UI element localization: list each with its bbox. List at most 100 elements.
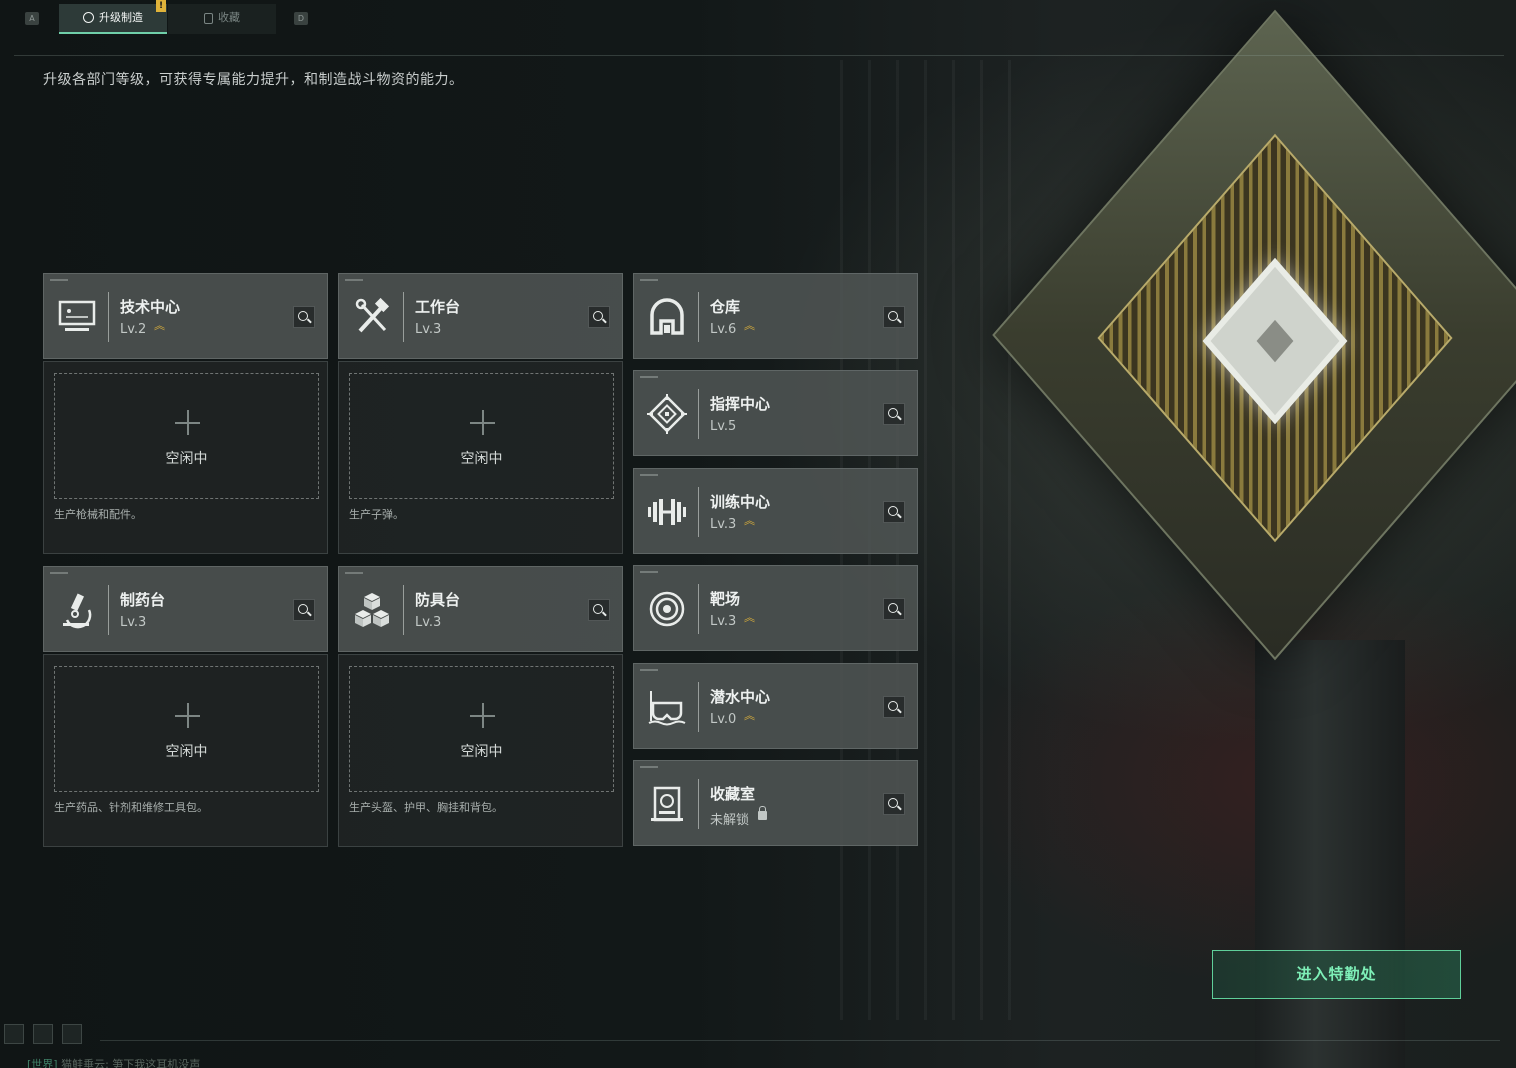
card-separator [698, 292, 699, 342]
upgrade-arrow-icon: ︽ [744, 709, 755, 722]
dept-card-tech-center[interactable]: 技术中心 Lv.2 ︽ [43, 273, 328, 359]
dept-level: Lv.0 [710, 712, 737, 727]
search-icon[interactable] [883, 793, 905, 815]
dept-level: Lv.5 [710, 419, 737, 434]
dept-name: 训练中心 [710, 493, 771, 511]
tab-upgrade-label: 升级制造 [99, 11, 143, 24]
upgrade-arrow-icon: ︽ [744, 611, 755, 624]
dept-name: 靶场 [710, 590, 741, 608]
production-desc: 生产头盔、护甲、胸挂和背包。 [349, 801, 503, 814]
cube-inner [1097, 133, 1453, 543]
tab-collection[interactable]: 收藏 [168, 4, 276, 34]
quick-slot[interactable] [4, 1024, 24, 1044]
quick-slot[interactable] [33, 1024, 53, 1044]
production-desc: 生产枪械和配件。 [54, 508, 142, 521]
top-tab-bar: A 升级制造 ! 收藏 D [0, 0, 1516, 36]
dept-card-training-center[interactable]: 训练中心 Lv.3 ︽ [633, 468, 918, 554]
dept-level: Lv.3 [710, 517, 737, 532]
tab-right-key: D [294, 12, 308, 25]
plus-icon [175, 703, 200, 728]
production-desc: 生产子弹。 [349, 508, 404, 521]
upgrade-arrow-icon: ︽ [154, 319, 165, 332]
plus-icon [470, 410, 495, 435]
dept-level: Lv.2 [120, 322, 147, 337]
search-icon[interactable] [293, 599, 315, 621]
dept-name: 仓库 [710, 298, 741, 316]
card-decor [640, 279, 658, 281]
production-slot[interactable]: 空闲中 [54, 373, 319, 499]
dept-name: 工作台 [415, 298, 461, 316]
dept-level: Lv.3 [710, 614, 737, 629]
tab-left-key: A [25, 12, 39, 25]
production-panel-armor-bench: 空闲中 生产头盔、护甲、胸挂和背包。 [338, 654, 623, 847]
dept-name: 防具台 [415, 591, 461, 609]
card-separator [108, 292, 109, 342]
tab-upgrade-manufacture[interactable]: 升级制造 [59, 4, 167, 34]
chat-channel: [世界] [27, 1058, 58, 1068]
search-icon[interactable] [588, 599, 610, 621]
dept-level: Lv.3 [415, 615, 442, 630]
cube-core [1202, 257, 1348, 425]
production-desc: 生产药品、针剂和维修工具包。 [54, 801, 208, 814]
dept-card-shooting-range[interactable]: 靶场 Lv.3 ︽ [633, 565, 918, 651]
dept-card-command-center[interactable]: 指挥中心 Lv.5 [633, 370, 918, 456]
search-icon[interactable] [588, 306, 610, 328]
dept-card-pharmacy[interactable]: 制药台 Lv.3 [43, 566, 328, 652]
dept-card-armor-bench[interactable]: 防具台 Lv.3 [338, 566, 623, 652]
card-separator [403, 292, 404, 342]
cubes-icon [351, 589, 393, 631]
card-decor [50, 279, 68, 281]
search-icon[interactable] [883, 403, 905, 425]
search-icon[interactable] [883, 501, 905, 523]
divider [14, 55, 1504, 56]
warehouse-icon [646, 296, 688, 338]
production-panel-pharmacy: 空闲中 生产药品、针剂和维修工具包。 [43, 654, 328, 847]
dept-card-warehouse[interactable]: 仓库 Lv.6 ︽ [633, 273, 918, 359]
card-decor [640, 669, 658, 671]
dept-name: 技术中心 [120, 298, 181, 316]
production-slot[interactable]: 空闲中 [349, 373, 614, 499]
search-icon[interactable] [883, 696, 905, 718]
card-decor [640, 766, 658, 768]
chat-divider [100, 1040, 1500, 1041]
card-separator [698, 682, 699, 732]
hammer-wrench-icon [351, 296, 393, 338]
chip-icon [646, 393, 688, 435]
dept-name: 潜水中心 [710, 688, 771, 706]
card-separator [698, 584, 699, 634]
dept-name: 指挥中心 [710, 395, 771, 413]
upgrade-icon [83, 12, 94, 23]
notice-badge: ! [156, 0, 166, 12]
dept-level: Lv.6 [710, 322, 737, 337]
card-decor [50, 572, 68, 574]
quick-slot[interactable] [62, 1024, 82, 1044]
enter-special-ops-button[interactable]: 进入特勤处 [1212, 950, 1461, 999]
target-icon [646, 588, 688, 630]
slot-status: 空闲中 [165, 451, 208, 467]
search-icon[interactable] [883, 306, 905, 328]
production-slot[interactable]: 空闲中 [349, 666, 614, 792]
plus-icon [470, 703, 495, 728]
chat-message[interactable]: [世界] 猫鲑垂云: 笋下我这耳机没声 [27, 1056, 200, 1068]
dumbbell-icon [646, 491, 688, 533]
card-decor [345, 279, 363, 281]
chat-user: 猫鲑垂云: [61, 1058, 109, 1068]
page-subtitle: 升级各部门等级，可获得专属能力提升，和制造战斗物资的能力。 [43, 72, 464, 88]
upgrade-arrow-icon: ︽ [744, 514, 755, 527]
card-separator [108, 585, 109, 635]
chat-text: 笋下我这耳机没声 [112, 1058, 201, 1068]
card-decor [640, 571, 658, 573]
card-separator [403, 585, 404, 635]
dept-card-collection-room[interactable]: 收藏室 未解锁 [633, 760, 918, 846]
monitor-icon [56, 296, 98, 338]
dept-card-workbench[interactable]: 工作台 Lv.3 [338, 273, 623, 359]
dept-card-diving-center[interactable]: 潜水中心 Lv.0 ︽ [633, 663, 918, 749]
search-icon[interactable] [883, 598, 905, 620]
dept-level: 未解锁 [710, 813, 750, 828]
microscope-icon [56, 589, 98, 631]
production-slot[interactable]: 空闲中 [54, 666, 319, 792]
card-separator [698, 487, 699, 537]
collection-icon [646, 783, 688, 825]
search-icon[interactable] [293, 306, 315, 328]
production-panel-workbench: 空闲中 生产子弹。 [338, 361, 623, 554]
